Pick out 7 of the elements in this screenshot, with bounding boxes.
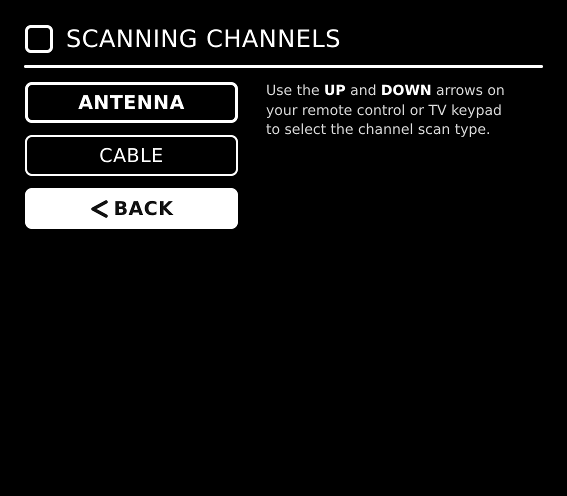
screen-title: SCANNING CHANNELS (66, 25, 341, 53)
help-text: Use the UP and DOWN arrows on your remote control or TV keypad to select the channel scan type. (266, 82, 506, 140)
scan-type-option[interactable]: ANTENNA (25, 82, 238, 123)
scan-type-option[interactable]: CABLE (25, 135, 238, 176)
checkbox-icon (25, 25, 53, 53)
back-button[interactable]: BACK (25, 188, 238, 229)
chevron-left-icon (90, 200, 108, 218)
